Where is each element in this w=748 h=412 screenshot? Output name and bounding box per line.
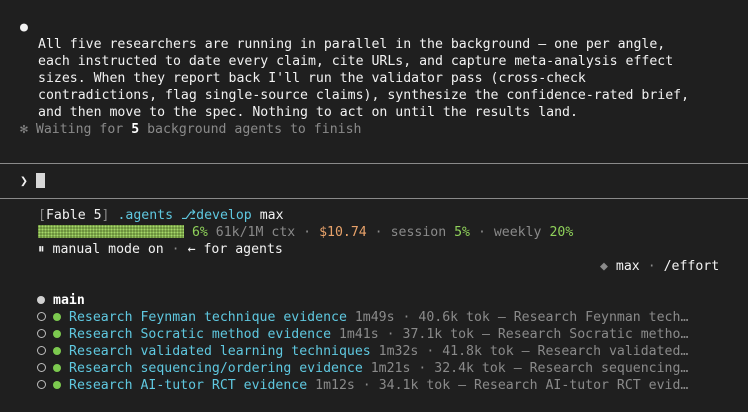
agent-desc: — Research validated… [521, 344, 689, 359]
agent-desc: — Research AI-tutor RCT evid… [458, 378, 689, 393]
prompt-chevron-icon: ❯ [20, 174, 28, 189]
agent-tokens: 41.8k tok [442, 344, 514, 359]
separator: · [171, 242, 180, 257]
agent-desc: — Research Socratic metho… [481, 327, 689, 342]
agent-time: 1m32s [378, 344, 419, 359]
separator: · [386, 327, 395, 342]
main-dot-icon [37, 296, 45, 304]
message-line: and then move to the spec. Nothing to ac… [38, 105, 578, 120]
effort-indicator: ◆ max · /effort [600, 258, 719, 275]
agent-desc: — Research Feynman tech… [497, 310, 689, 325]
bracket-close: ] [101, 208, 110, 223]
status-model-line: [Fable 5] .agents ⎇develop max [38, 207, 284, 224]
agent-row[interactable]: Research Feynman technique evidence 1m49… [37, 309, 688, 326]
waiting-count: 5 [131, 122, 140, 137]
separator: · [303, 225, 312, 240]
agent-row[interactable]: Research AI-tutor RCT evidence 1m12s · 3… [37, 377, 688, 394]
ring-icon [37, 363, 46, 372]
bracket-open: [ [38, 208, 46, 223]
weekly-label: weekly [493, 225, 542, 240]
prompt-bottom-rule [0, 198, 748, 199]
weekly-percent: 20% [549, 225, 574, 240]
prompt-top-rule [0, 163, 748, 164]
branch-icon: ⎇ [180, 208, 197, 223]
context-usage-bar [38, 225, 184, 238]
mode-line: ⏸ manual mode on · ← for agents [38, 241, 283, 258]
status-usage-line: 6% 61k/1M ctx · $10.74 · session 5% · we… [38, 224, 573, 241]
message-line: All five researchers are running in para… [38, 37, 666, 52]
directory-name: .agents [117, 208, 174, 223]
context-percent: 6% [191, 225, 208, 240]
agent-time: 1m41s [338, 327, 379, 342]
session-cost: $10.74 [319, 225, 367, 240]
agent-row[interactable]: Research sequencing/ordering evidence 1m… [37, 360, 688, 377]
agent-name: Research validated learning techniques [69, 344, 371, 359]
agents-hint[interactable]: ← for agents [188, 242, 283, 257]
agent-tokens: 34.1k tok [378, 378, 451, 393]
separator: · [362, 378, 371, 393]
agent-main[interactable]: main [37, 292, 85, 309]
ring-icon [37, 380, 46, 389]
message-line: each instructed to date every claim, cit… [38, 54, 674, 69]
ring-icon [37, 329, 46, 338]
ring-icon [37, 346, 46, 355]
session-percent: 5% [454, 225, 470, 240]
separator: · [426, 344, 435, 359]
agent-name: Research AI-tutor RCT evidence [69, 378, 308, 393]
agent-desc: — Research sequencing… [513, 361, 689, 376]
running-dot-icon [53, 347, 61, 355]
mode-status: manual mode on [52, 242, 164, 257]
running-dot-icon [53, 330, 61, 338]
waiting-suffix: background agents to finish [139, 122, 362, 137]
agent-time: 1m49s [354, 310, 395, 325]
main-label: main [53, 293, 85, 308]
agent-time: 1m12s [315, 378, 355, 393]
agent-tokens: 40.6k tok [418, 310, 490, 325]
session-label: session [390, 225, 447, 240]
ring-icon [37, 312, 46, 321]
message-line: contradictions, flag single-source claim… [38, 88, 690, 103]
context-tokens: 61k/1M ctx [215, 225, 296, 240]
agent-time: 1m21s [370, 361, 411, 376]
separator: · [418, 361, 427, 376]
agent-name: Research Feynman technique evidence [69, 310, 347, 325]
agent-name: Research Socratic method evidence [69, 327, 332, 342]
separator: · [402, 310, 411, 325]
effort-command: /effort [663, 259, 720, 274]
pause-icon: ⏸ [38, 242, 45, 257]
running-dot-icon [53, 381, 61, 389]
separator: · [477, 225, 486, 240]
effort-value: max [615, 259, 640, 274]
spinner-star-icon: ✻ [20, 122, 28, 137]
running-dot-icon [53, 313, 61, 321]
prompt-input[interactable]: ❯ [20, 173, 45, 190]
agent-tokens: 32.4k tok [434, 361, 506, 376]
running-dot-icon [53, 364, 61, 372]
waiting-prefix: Waiting for [35, 122, 132, 137]
separator: · [647, 259, 656, 274]
text-cursor [35, 173, 45, 188]
agent-tokens: 37.1k tok [402, 327, 474, 342]
effort-level: max [259, 208, 284, 223]
agent-name: Research sequencing/ordering evidence [69, 361, 363, 376]
agent-row[interactable]: Research validated learning techniques 1… [37, 343, 688, 360]
branch-name: develop [196, 208, 252, 223]
diamond-icon: ◆ [600, 259, 608, 274]
message-bullet-icon: ● [20, 20, 28, 35]
agent-row[interactable]: Research Socratic method evidence 1m41s … [37, 326, 688, 343]
message-line: sizes. When they report back I'll run th… [38, 71, 586, 86]
model-name: Fable 5 [45, 208, 102, 223]
separator: · [374, 225, 383, 240]
waiting-status: ✻ Waiting for 5 background agents to fin… [20, 121, 361, 138]
